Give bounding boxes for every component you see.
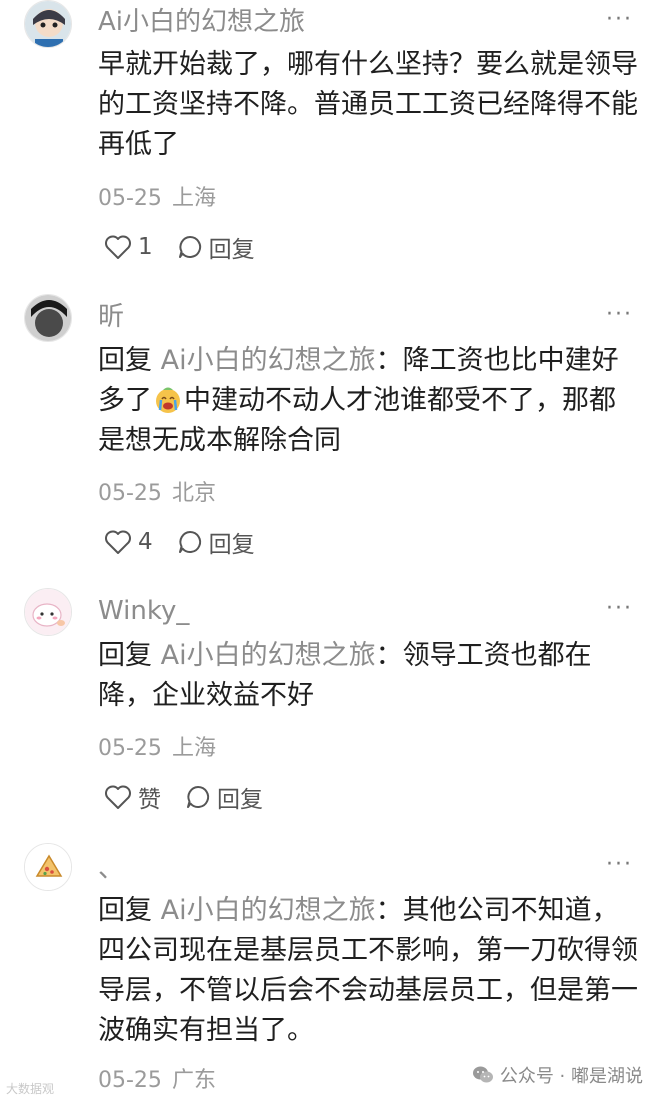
like-button[interactable]: 赞: [104, 780, 161, 814]
like-button[interactable]: 1: [104, 234, 153, 260]
reply-prefix: 回复: [98, 895, 152, 926]
avatar[interactable]: [24, 588, 72, 636]
wechat-icon: [472, 1066, 493, 1083]
comment-meta: 05-25 广东: [98, 1066, 216, 1096]
comment-date: 05-25: [98, 186, 162, 211]
comment-date: 05-25: [98, 481, 162, 506]
reply-label: 回复: [217, 787, 263, 813]
comment-text: 早就开始裁了，哪有什么坚持？要么就是领导的工资坚持不降。普通员工工资已经降得不能…: [98, 45, 638, 165]
reply-prefix: 回复: [98, 345, 152, 376]
like-count: 1: [138, 234, 153, 260]
comment-meta: 05-25 北京: [98, 479, 216, 509]
comment-date: 05-25: [98, 1068, 162, 1093]
comment-meta: 05-25 上海: [98, 734, 216, 764]
comment-actions: 赞 回复: [104, 780, 263, 814]
avatar[interactable]: [24, 294, 72, 342]
watermark-left-text: 大数据观: [6, 1082, 55, 1096]
reply-target-username[interactable]: Ai小白的幻想之旅: [161, 345, 376, 376]
comment-bubble-icon: [178, 530, 201, 553]
comment-location: 上海: [171, 736, 216, 761]
comment-text: 回复 Ai小白的幻想之旅：降工资也比中建好多了 中建动不动人才池谁都受不了，那都是…: [98, 341, 638, 461]
reply-button[interactable]: 回复: [177, 525, 255, 559]
watermark-left: 大数据观: [6, 1080, 54, 1097]
comment-text: 回复 Ai小白的幻想之旅：其他公司不知道，四公司现在是基层员工不影响，第一刀砍得…: [98, 891, 638, 1051]
comment-text: 回复 Ai小白的幻想之旅：领导工资也都在降，企业效益不好: [98, 636, 638, 716]
comment-bubble-icon: [187, 785, 210, 808]
username[interactable]: Ai小白的幻想之旅: [98, 5, 305, 39]
comment-actions: 1 回复: [104, 230, 255, 264]
reply-prefix: 回复: [98, 640, 152, 671]
like-label: 赞: [138, 787, 161, 813]
reply-label: 回复: [208, 237, 255, 263]
more-options-icon[interactable]: ···: [606, 598, 633, 620]
watermark-right: 公众号 · 嘟是湖说: [472, 1062, 643, 1088]
watermark-right-text: 公众号 · 嘟是湖说: [499, 1066, 643, 1087]
username[interactable]: Winky_: [98, 594, 189, 628]
more-options-icon[interactable]: ···: [606, 854, 633, 876]
crying-face-emoji-icon: [156, 387, 180, 413]
comment-bubble-icon: [178, 235, 201, 258]
avatar[interactable]: [24, 0, 72, 48]
reply-target-username[interactable]: Ai小白的幻想之旅: [161, 640, 376, 671]
heart-icon: [105, 785, 131, 809]
reply-button[interactable]: 回复: [177, 230, 255, 264]
heart-icon: [105, 235, 131, 259]
comment-location: 北京: [171, 481, 216, 506]
comment-location: 广东: [171, 1068, 216, 1093]
reply-button[interactable]: 回复: [185, 780, 263, 814]
username[interactable]: 、: [98, 852, 124, 886]
comment-location: 上海: [171, 186, 216, 211]
comment-actions: 4 回复: [104, 525, 255, 559]
heart-icon: [105, 530, 131, 554]
more-options-icon[interactable]: ···: [606, 304, 633, 326]
comment-date: 05-25: [98, 736, 162, 761]
username[interactable]: 昕: [98, 300, 124, 334]
comment-meta: 05-25 上海: [98, 184, 216, 214]
like-button[interactable]: 4: [104, 529, 153, 555]
reply-target-username[interactable]: Ai小白的幻想之旅: [161, 895, 376, 926]
avatar[interactable]: [24, 843, 72, 891]
comment-text-content: 早就开始裁了，哪有什么坚持？要么就是领导的工资坚持不降。普通员工工资已经降得不能…: [98, 49, 638, 160]
more-options-icon[interactable]: ···: [606, 9, 633, 31]
like-count: 4: [138, 529, 153, 555]
reply-label: 回复: [208, 532, 255, 558]
